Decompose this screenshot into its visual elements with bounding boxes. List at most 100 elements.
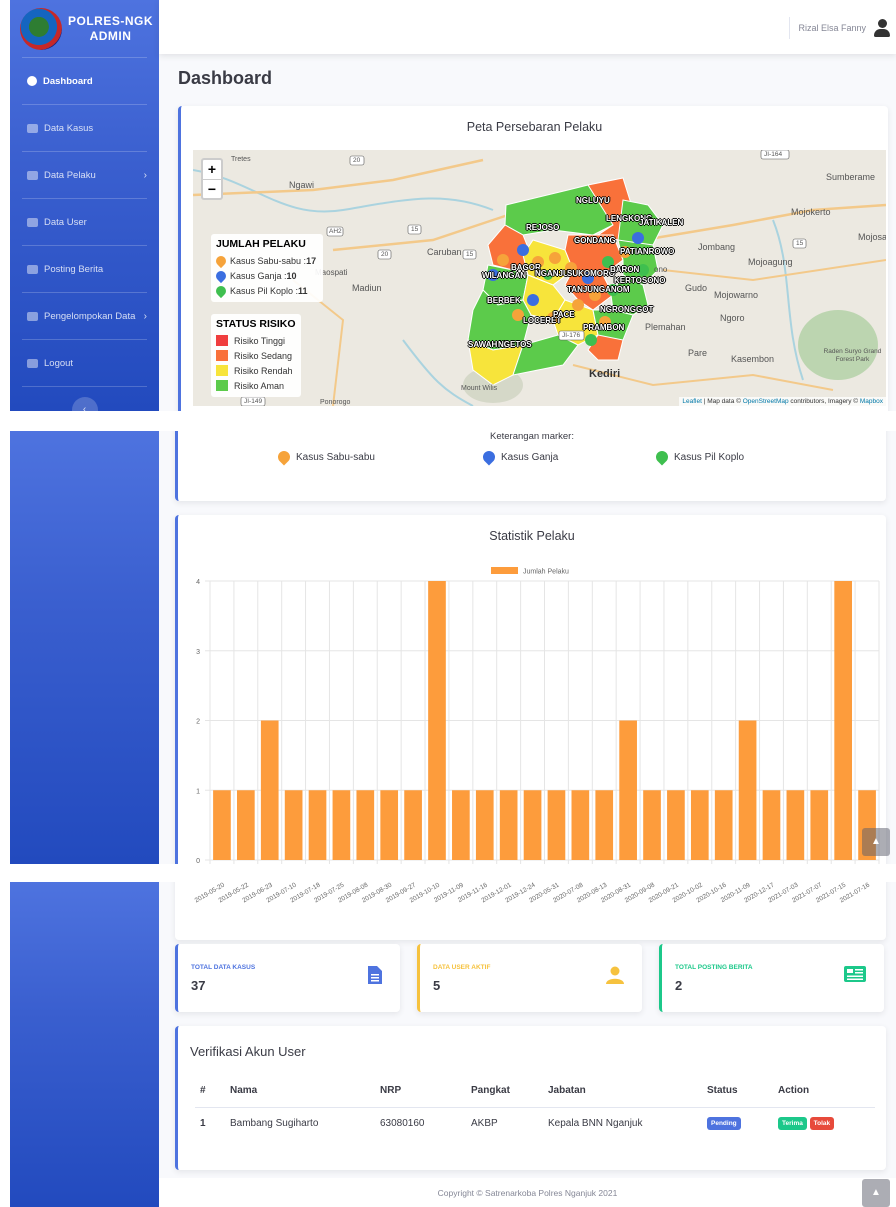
bar[interactable]: [475, 790, 494, 860]
sidebar-item-label: Dashboard: [43, 75, 93, 87]
road-label: 15: [796, 240, 804, 247]
bar[interactable]: [213, 790, 231, 860]
legend-row: Kasus Ganja :10: [213, 268, 318, 283]
bar[interactable]: [690, 790, 709, 860]
zoom-in-button[interactable]: +: [203, 160, 221, 179]
user-icon: [27, 217, 38, 227]
place-label: Ngoro: [720, 313, 745, 323]
legend-label: Risiko Rendah: [234, 365, 293, 376]
screenshot-panel-middle: Keterangan marker: Kasus Sabu-sabu Kasus…: [10, 431, 896, 864]
mapbox-link[interactable]: Mapbox: [860, 398, 883, 405]
bar[interactable]: [452, 790, 470, 860]
marker-legend-item: Kasus Sabu-sabu: [275, 448, 375, 466]
bar[interactable]: [571, 790, 590, 860]
place-label: Mojoagung: [748, 257, 793, 267]
cell-jabatan: Kepala BNN Nganjuk: [548, 1118, 643, 1130]
legend-row: Risiko Tinggi: [216, 333, 296, 348]
sidebar-item-label: Data User: [44, 216, 87, 228]
stat-card-posting-berita: TOTAL POSTING BERITA 2: [659, 944, 884, 1012]
district-label: KERTOSONO: [614, 276, 666, 285]
bar[interactable]: [786, 790, 805, 860]
place-label: Mojokerto: [791, 207, 831, 217]
bar[interactable]: [308, 790, 327, 860]
color-swatch: [216, 335, 228, 346]
sidebar-item-posting-berita[interactable]: Posting Berita: [10, 246, 159, 292]
leaflet-link[interactable]: Leaflet: [682, 398, 702, 405]
bar[interactable]: [643, 790, 661, 860]
place-label: Jombang: [698, 242, 736, 252]
bar[interactable]: [260, 720, 279, 861]
district-label: PRAMBON: [583, 323, 625, 332]
sidebar-item-data-pelaku[interactable]: Data Pelaku ›: [10, 152, 159, 198]
zoom-out-button[interactable]: −: [203, 179, 221, 198]
legend-status-risiko: STATUS RISIKO Risiko Tinggi Risiko Sedan…: [211, 314, 301, 397]
cell-nrp: 63080160: [380, 1118, 425, 1130]
chart-card: Statistik Pelaku Jumlah Pelaku 0 1 2 3 4: [175, 515, 886, 864]
topbar-divider: [789, 17, 790, 39]
accept-button[interactable]: Terima: [778, 1117, 807, 1131]
scroll-to-top-button[interactable]: ▲: [862, 828, 890, 856]
district-label: NGRONGGOT: [600, 305, 654, 314]
bar[interactable]: [404, 790, 422, 860]
place-label: Kediri: [589, 368, 621, 380]
sidebar-item-pengelompokan-data[interactable]: Pengelompokan Data ›: [10, 293, 159, 339]
district-label: GONDANG: [574, 236, 616, 245]
bar[interactable]: [332, 790, 351, 860]
attribution-text: contributors, Imagery ©: [788, 398, 860, 405]
place-label: Mount Wilis: [461, 385, 498, 392]
map-marker-icon: [213, 253, 229, 268]
district-label: BERBEK: [487, 296, 521, 305]
bar[interactable]: [738, 720, 757, 861]
bar[interactable]: [834, 581, 853, 860]
legend-count: 17: [306, 255, 317, 266]
bar[interactable]: [810, 790, 829, 860]
sidebar-toggle-button[interactable]: ‹: [71, 397, 98, 411]
y-tick-label: 2: [196, 719, 200, 726]
bar[interactable]: [236, 790, 255, 860]
bar[interactable]: [619, 720, 637, 861]
cell-no: 1: [200, 1118, 206, 1130]
verify-user-card: Verifikasi Akun User # Nama NRP Pangkat …: [175, 1026, 886, 1170]
bar[interactable]: [595, 790, 614, 860]
bar[interactable]: [499, 790, 518, 860]
user-icon: [606, 966, 624, 984]
reject-button[interactable]: Tolak: [809, 1117, 835, 1131]
cell-action: Terima Tolak: [778, 1107, 875, 1140]
stat-card-user-aktif: DATA USER AKTIF 5: [417, 944, 642, 1012]
bar[interactable]: [428, 581, 446, 860]
user-name[interactable]: Rizal Elsa Fanny: [798, 23, 866, 33]
bar[interactable]: [380, 790, 399, 860]
sidebar-brand[interactable]: POLRES-NGK ADMIN: [10, 0, 159, 57]
bar[interactable]: [667, 790, 685, 860]
color-swatch: [216, 350, 228, 361]
place-label: Mojowarno: [714, 290, 759, 300]
bar[interactable]: [547, 790, 566, 860]
stat-label: TOTAL DATA KASUS: [191, 964, 256, 971]
district-label: TANJUNGANOM: [567, 285, 630, 294]
bar[interactable]: [762, 790, 781, 860]
road-label: JI-176: [562, 332, 581, 339]
sidebar-item-data-user[interactable]: Data User: [10, 199, 159, 245]
bar[interactable]: [284, 790, 303, 860]
scroll-to-top-button[interactable]: ▲: [862, 1179, 890, 1207]
stat-card-total-kasus: TOTAL DATA KASUS 37: [175, 944, 400, 1012]
bar[interactable]: [714, 790, 733, 860]
place-label: Caruban: [427, 247, 462, 257]
bar-chart: Jumlah Pelaku 0 1 2 3 4: [196, 567, 880, 864]
sidebar-item-data-kasus[interactable]: Data Kasus: [10, 105, 159, 151]
osm-link[interactable]: OpenStreetMap: [743, 398, 789, 405]
sidebar-item-logout[interactable]: Logout: [10, 340, 159, 386]
stat-value: 37: [191, 978, 206, 993]
user-avatar-icon[interactable]: [874, 19, 890, 37]
bar[interactable]: [356, 790, 375, 860]
sidebar-item-dashboard[interactable]: Dashboard: [10, 58, 159, 104]
bar[interactable]: [523, 790, 542, 860]
legend-count: 11: [298, 285, 308, 296]
road-label: JI-164: [764, 151, 783, 158]
road-label: 15: [466, 251, 474, 258]
topbar: Rizal Elsa Fanny: [159, 0, 896, 54]
legend-count: 10: [286, 270, 297, 281]
marker-legend-item: Kasus Ganja: [480, 448, 558, 466]
place-label: Ngawi: [289, 180, 315, 190]
leaflet-map[interactable]: 20 AH2 15 20 15 15 JI-164 JI-176 JI-149 …: [193, 150, 886, 406]
